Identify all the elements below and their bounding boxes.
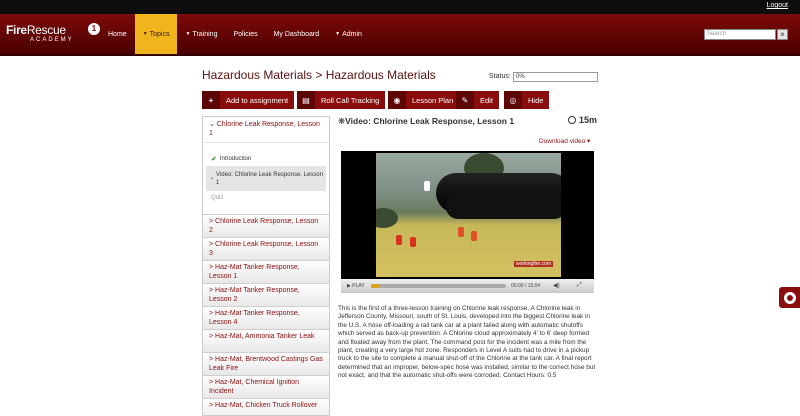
edit-button[interactable]: ✎ Edit bbox=[456, 91, 499, 109]
help-lifebuoy-icon[interactable] bbox=[779, 287, 800, 308]
lesson-duration: 15m bbox=[568, 115, 597, 125]
video-frame: workingfire.com bbox=[376, 153, 561, 277]
status-label: Status: bbox=[489, 73, 511, 80]
edit-icon: ✎ bbox=[456, 91, 474, 109]
nav-policies[interactable]: Policies bbox=[225, 14, 265, 54]
button-label: Roll Call Tracking bbox=[321, 95, 380, 105]
play-button[interactable]: ▶ PLAY bbox=[347, 283, 365, 289]
sidebar-lesson-label: Chlorine Leak Response, Lesson 2 bbox=[209, 218, 319, 234]
lesson-description: This is the first of a three-lesson trai… bbox=[338, 305, 596, 380]
button-label: Lesson Plan bbox=[412, 95, 454, 105]
nav-label: Topics bbox=[149, 30, 170, 38]
sidebar-lesson-label: Haz-Mat, Chemical Ignition Incident bbox=[209, 379, 300, 395]
sidebar-lesson-label: Haz-Mat Tanker Response, Lesson 1 bbox=[209, 264, 300, 280]
nav-my-dashboard[interactable]: My Dashboard bbox=[266, 14, 328, 54]
sidebar-lesson-item[interactable]: > Haz-Mat Tanker Response, Lesson 1 bbox=[203, 260, 329, 283]
nav-label: My Dashboard bbox=[273, 30, 320, 38]
sidebar-lesson-item[interactable]: > Haz-Mat, Chicken Truck Rollover bbox=[203, 398, 329, 415]
nav-home[interactable]: Home bbox=[100, 14, 135, 54]
fullscreen-icon[interactable]: ⤢ bbox=[577, 282, 582, 289]
sidebar-subitem[interactable]: ✔ Introduction bbox=[203, 152, 329, 166]
logo-subtitle: ACADEMY bbox=[30, 37, 74, 43]
nav-admin[interactable]: ▼ Admin bbox=[327, 14, 370, 54]
sidebar-subitem-label: Video: Chlorine Leak Response, Lesson 1 bbox=[216, 171, 323, 186]
logout-link[interactable]: Logout bbox=[767, 2, 788, 9]
nav-topics[interactable]: ▼ Topics bbox=[134, 14, 178, 54]
sidebar-lesson-item[interactable]: > Haz-Mat, Chemical Ignition Incident bbox=[203, 375, 329, 398]
search-input[interactable]: Search bbox=[704, 29, 776, 40]
seek-bar[interactable] bbox=[371, 284, 506, 288]
button-label: Add to assignment bbox=[226, 95, 289, 105]
button-label: Hide bbox=[528, 95, 544, 105]
sidebar-lesson-label: Haz-Mat, Ammonia Tanker Leak bbox=[215, 333, 315, 340]
nav-label: Training bbox=[192, 30, 218, 38]
sidebar-current-lesson[interactable]: ⌄ Chlorine Leak Response, Lesson 1 bbox=[203, 117, 329, 143]
seek-progress bbox=[371, 284, 381, 288]
video-title: ❋Video: Chlorine Leak Response, Lesson 1 bbox=[338, 116, 515, 126]
logo[interactable]: FireRescue 1 ACADEMY bbox=[6, 23, 100, 49]
volume-icon[interactable]: ◀) bbox=[553, 282, 560, 289]
eye-icon: ◎ bbox=[504, 91, 522, 109]
target-icon: ◉ bbox=[388, 91, 406, 109]
sidebar-lesson-item[interactable]: > Chlorine Leak Response, Lesson 2 bbox=[203, 214, 329, 237]
sidebar-lesson-item[interactable]: > Haz-Mat Tanker Response, Lesson 2 bbox=[203, 283, 329, 306]
nav-label: Admin bbox=[342, 30, 362, 38]
top-strip: Logout bbox=[0, 0, 800, 14]
sidebar-lesson-label: Haz-Mat, Chicken Truck Rollover bbox=[215, 402, 318, 409]
lesson-plan-button[interactable]: ◉ Lesson Plan bbox=[388, 91, 460, 109]
sidebar-lesson-item[interactable]: > Chlorine Leak Response, Lesson 3 bbox=[203, 237, 329, 260]
roll-call-tracking-button[interactable]: ▤ Roll Call Tracking bbox=[297, 91, 386, 109]
sidebar-subitem-label: Quiz bbox=[211, 195, 224, 201]
caret-down-icon: ▼ bbox=[142, 31, 148, 37]
check-icon: ✔ bbox=[211, 156, 217, 163]
sidebar-subitem-label: Introduction bbox=[219, 156, 252, 162]
status-field[interactable]: 0% bbox=[513, 72, 598, 82]
main-nav: Home ▼ Topics ▼ Training Policies My Dashboard… bbox=[100, 14, 370, 54]
logo-wordmark: FireRescue bbox=[6, 23, 66, 37]
video-player[interactable]: workingfire.com ▶ PLAY 00:00 / 15:04 ◀) … bbox=[341, 151, 594, 293]
add-to-assignment-button[interactable]: + Add to assignment bbox=[202, 91, 295, 109]
sidebar-lesson-item[interactable]: > Haz-Mat, Ammonia Tanker Leak bbox=[203, 329, 329, 352]
sidebar-subitem[interactable]: › Video: Chlorine Leak Response, Lesson … bbox=[206, 166, 326, 191]
nav-label: Policies bbox=[233, 30, 258, 38]
logo-badge-icon: 1 bbox=[88, 23, 100, 35]
clock-icon bbox=[568, 116, 576, 124]
hide-button[interactable]: ◎ Hide bbox=[504, 91, 550, 109]
lesson-sidebar: ⌄ Chlorine Leak Response, Lesson 1 ✔ Intr… bbox=[202, 116, 330, 416]
video-watermark: workingfire.com bbox=[513, 261, 553, 267]
sidebar-lesson-label: Chlorine Leak Response, Lesson 3 bbox=[209, 241, 319, 257]
nav-training[interactable]: ▼ Training bbox=[177, 14, 225, 54]
sidebar-lesson-label: Haz-Mat Tanker Response, Lesson 2 bbox=[209, 287, 300, 303]
video-controls: ▶ PLAY 00:00 / 15:04 ◀) ⤢ bbox=[341, 279, 594, 293]
sidebar-lesson-label: Haz-Mat, Brentwood Castings Gas Leak Fir… bbox=[209, 356, 323, 372]
page-title: Hazardous Materials > Hazardous Material… bbox=[202, 68, 436, 82]
nav-label: Home bbox=[108, 30, 127, 38]
video-time: 00:00 / 15:04 bbox=[511, 283, 541, 289]
site-header: FireRescue 1 ACADEMY Home ▼ Topics ▼ Trainin… bbox=[0, 14, 800, 56]
sidebar-lesson-label: Haz-Mat Tanker Response, Lesson 4 bbox=[209, 310, 300, 326]
caret-down-icon: ▼ bbox=[185, 31, 191, 37]
sidebar-subitem[interactable]: Quiz bbox=[203, 191, 329, 205]
plus-icon: + bbox=[202, 91, 220, 109]
sidebar-lesson-item[interactable]: > Haz-Mat, Brentwood Castings Gas Leak F… bbox=[203, 352, 329, 375]
caret-down-icon: ▼ bbox=[335, 31, 341, 37]
list-icon: ▤ bbox=[297, 91, 315, 109]
download-video-link[interactable]: Download video ▾ bbox=[539, 137, 590, 145]
clear-search-icon[interactable]: × bbox=[777, 29, 788, 40]
chevron-right-icon: › bbox=[211, 175, 213, 182]
button-label: Edit bbox=[480, 95, 493, 105]
sidebar-lesson-item[interactable]: > Haz-Mat Tanker Response, Lesson 4 bbox=[203, 306, 329, 329]
